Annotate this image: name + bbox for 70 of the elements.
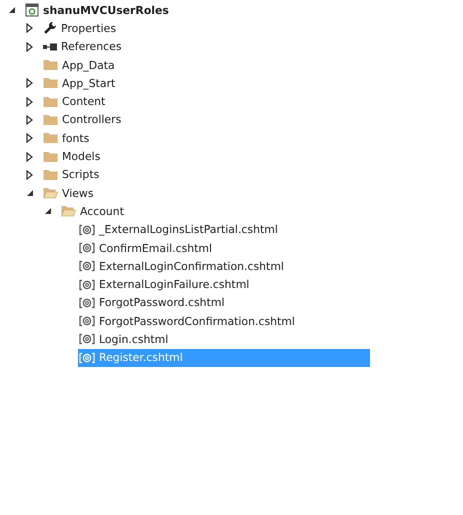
razor-file-icon — [79, 242, 95, 254]
tree-item[interactable]: ExternalLoginConfirmation.cshtml — [78, 257, 370, 276]
references-icon — [43, 42, 57, 51]
item-label: _ExternalLoginsListPartial.cshtml — [99, 223, 278, 236]
tree-item[interactable]: Controllers — [42, 110, 370, 130]
item-label: Controllers — [62, 113, 122, 126]
item-label: App_Start — [62, 76, 116, 90]
tree-item[interactable]: _ExternalLoginsListPartial.cshtml — [78, 220, 370, 239]
open-folder-icon — [61, 205, 76, 218]
item-label: Login.cshtml — [99, 332, 168, 346]
tree-item[interactable]: Models — [42, 147, 370, 166]
item-label: Register.cshtml — [99, 351, 183, 364]
tree-item[interactable]: App_Start — [42, 74, 370, 92]
collapsed-arrow-icon[interactable] — [26, 78, 33, 88]
collapsed-arrow-icon[interactable] — [26, 133, 33, 144]
razor-file-icon — [79, 224, 95, 236]
razor-file-icon — [79, 296, 95, 309]
tree-item[interactable]: Content — [42, 92, 370, 111]
item-label: Properties — [61, 22, 116, 35]
tree-item[interactable]: Scripts — [42, 166, 370, 184]
folder-icon — [43, 114, 58, 126]
folder-icon — [43, 77, 58, 90]
collapsed-arrow-icon[interactable] — [26, 114, 33, 125]
folder-icon — [43, 132, 58, 144]
folder-icon — [43, 59, 58, 72]
project-icon — [25, 3, 39, 18]
collapsed-arrow-icon[interactable] — [26, 170, 33, 180]
item-label: Content — [62, 95, 106, 108]
expanded-arrow-icon[interactable] — [26, 189, 34, 198]
folder-icon — [43, 150, 58, 163]
item-label: ExternalLoginConfirmation.cshtml — [99, 260, 284, 273]
tree-item[interactable]: Properties — [42, 19, 370, 38]
item-label: ConfirmEmail.cshtml — [99, 242, 212, 254]
expanded-arrow-icon[interactable] — [8, 6, 16, 14]
collapsed-arrow-icon[interactable] — [26, 23, 33, 34]
item-label: Account — [80, 204, 124, 218]
razor-file-icon — [79, 315, 95, 328]
tree-item[interactable]: Login.cshtml — [78, 330, 370, 349]
tree-item[interactable]: ConfirmEmail.cshtml — [78, 238, 370, 258]
tree-item[interactable]: References — [42, 38, 370, 56]
item-label: fonts — [62, 132, 90, 145]
item-label: ForgotPasswordConfirmation.cshtml — [99, 314, 295, 328]
item-label: Scripts — [62, 168, 100, 182]
razor-file-icon — [79, 278, 95, 291]
item-label: References — [61, 40, 122, 54]
tree-item[interactable]: ForgotPassword.cshtml — [78, 294, 370, 312]
tree-item[interactable]: shanuMVCUserRoles — [24, 1, 370, 20]
tree-item[interactable]: Views — [42, 184, 370, 202]
open-folder-icon — [43, 187, 58, 200]
item-label: ExternalLoginFailure.cshtml — [99, 278, 250, 292]
razor-file-icon — [79, 352, 95, 364]
item-label: App_Data — [62, 58, 115, 72]
item-label: shanuMVCUserRoles — [43, 4, 169, 17]
tree-item[interactable]: App_Data — [42, 56, 370, 74]
item-label: ForgotPassword.cshtml — [99, 296, 224, 310]
folder-icon — [43, 168, 58, 181]
collapsed-arrow-icon[interactable] — [26, 96, 33, 107]
collapsed-arrow-icon[interactable] — [26, 152, 33, 162]
tree-item[interactable]: ExternalLoginFailure.cshtml — [78, 275, 370, 294]
tree-item[interactable]: ForgotPasswordConfirmation.cshtml — [78, 312, 370, 330]
item-label: Models — [62, 150, 100, 164]
tree-item[interactable]: fonts — [42, 129, 370, 148]
expanded-arrow-icon[interactable] — [44, 207, 52, 216]
razor-file-icon — [79, 260, 95, 272]
collapsed-arrow-icon[interactable] — [26, 42, 33, 52]
wrench-icon — [43, 21, 57, 36]
item-label: Views — [62, 186, 94, 200]
tree-item[interactable]: Account — [60, 202, 370, 221]
razor-file-icon — [79, 333, 95, 346]
folder-icon — [43, 96, 58, 108]
